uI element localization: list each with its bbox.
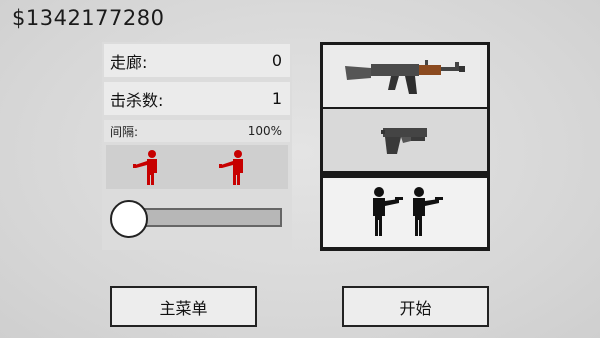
shooters-icon (373, 186, 443, 236)
corridor-label: 走廊: (110, 52, 148, 72)
weapon-slot-rifle[interactable] (323, 45, 487, 107)
weapon-panel (320, 42, 490, 251)
interval-label: 间隔: (110, 124, 139, 139)
money-display: $1342177280 (12, 6, 165, 30)
pistol-icon (381, 128, 427, 154)
interval-slider[interactable] (110, 200, 286, 240)
enemy-figure-icon (219, 150, 243, 185)
slider-track[interactable] (144, 208, 282, 227)
weapon-slot-shooters[interactable] (323, 178, 487, 247)
weapon-slot-pistol[interactable] (323, 109, 487, 171)
kills-row: 击杀数: 1 (104, 82, 290, 115)
interval-row: 间隔: 100% (104, 120, 290, 142)
enemy-preview (106, 145, 288, 189)
corridor-row: 走廊: 0 (104, 44, 290, 77)
kills-label: 击杀数: (110, 90, 164, 110)
enemy-figure-icon (133, 150, 157, 185)
assault-rifle-icon (345, 60, 465, 94)
kills-value: 1 (271, 89, 282, 108)
interval-value: 100% (247, 124, 282, 138)
corridor-value: 0 (271, 51, 282, 70)
slider-knob[interactable] (110, 200, 148, 238)
start-button[interactable]: 开始 (342, 286, 489, 327)
stats-panel: 走廊: 0 击杀数: 1 间隔: 100% (102, 42, 292, 250)
main-menu-button[interactable]: 主菜单 (110, 286, 257, 327)
